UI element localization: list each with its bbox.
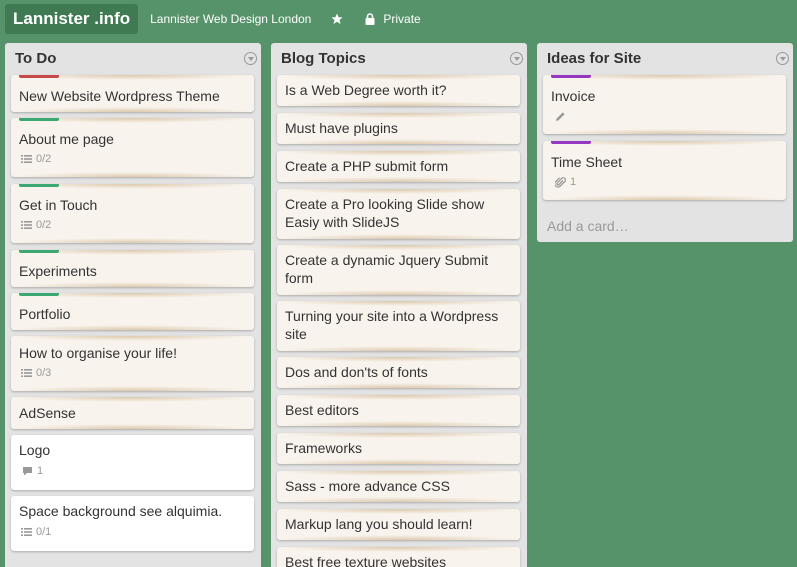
list-title[interactable]: Ideas for Site: [547, 50, 641, 67]
card[interactable]: Time Sheet 1: [543, 141, 786, 200]
pencil-icon: [556, 112, 565, 121]
card-title: Frameworks: [285, 440, 363, 456]
list-title[interactable]: Blog Topics: [281, 50, 366, 67]
card-title: Markup lang you should learn!: [285, 516, 473, 532]
attachment-count: 1: [570, 176, 577, 188]
card-title: New Website Wordpress Theme: [19, 88, 220, 104]
card[interactable]: Create a dynamic Jquery Submit form: [277, 245, 520, 295]
card-title: Portfolio: [19, 306, 71, 322]
card-title: Turning your site into a Wordpress site: [285, 308, 499, 342]
checklist-icon: [21, 369, 32, 377]
card[interactable]: Space background see alquimia. 0/1: [11, 496, 254, 551]
checklist-count: 0/1: [36, 526, 52, 538]
checklist-icon: [21, 221, 32, 229]
checklist-count: 0/3: [36, 367, 52, 379]
label-green: [19, 250, 59, 253]
label-green: [19, 293, 59, 296]
label-green: [19, 184, 59, 187]
card-title: Create a Pro looking Slide show Easiy wi…: [285, 196, 485, 230]
card[interactable]: Sass - more advance CSS: [277, 471, 520, 502]
list-header: To Do: [5, 43, 261, 73]
card-title: Best free texture websites: [285, 554, 447, 567]
card-title: Create a dynamic Jquery Submit form: [285, 252, 489, 286]
checklist-badge: 0/3: [21, 367, 51, 379]
label-red: [19, 75, 59, 78]
card[interactable]: Best editors: [277, 395, 520, 426]
card[interactable]: Is a Web Degree worth it?: [277, 75, 520, 106]
card-title: Is a Web Degree worth it?: [285, 82, 447, 98]
organization-name[interactable]: Lannister Web Design London: [150, 12, 311, 26]
card[interactable]: Experiments: [11, 250, 254, 287]
card[interactable]: Must have plugins: [277, 113, 520, 144]
checklist-badge: 0/2: [21, 153, 51, 165]
checklist-icon: [21, 528, 32, 536]
list-menu-icon[interactable]: [776, 52, 789, 65]
label-purple: [551, 141, 591, 144]
list-title[interactable]: To Do: [15, 50, 56, 67]
card[interactable]: How to organise your life! 0/3: [11, 336, 254, 391]
description-badge: [555, 111, 570, 122]
card-title: About me page: [19, 131, 114, 147]
lock-icon[interactable]: [365, 12, 375, 25]
card[interactable]: Turning your site into a Wordpress site: [277, 301, 520, 351]
comment-count: 1: [37, 465, 44, 477]
card[interactable]: Logo 1: [11, 435, 254, 490]
card-title: Experiments: [19, 263, 97, 279]
comment-badge: 1: [22, 465, 43, 477]
card[interactable]: Invoice: [543, 75, 786, 134]
card[interactable]: Dos and don'ts of fonts: [277, 357, 520, 388]
card[interactable]: Get in Touch 0/2: [11, 184, 254, 243]
checklist-icon: [21, 155, 32, 163]
card-title: Create a PHP submit form: [285, 158, 449, 174]
attachment-icon: [555, 176, 566, 188]
card-title: Invoice: [551, 88, 596, 104]
card-title: Must have plugins: [285, 120, 398, 136]
board-logo[interactable]: Lannister .info: [5, 3, 139, 34]
card-title: Sass - more advance CSS: [285, 478, 450, 494]
label-green: [19, 118, 59, 121]
checklist-count: 0/2: [36, 219, 52, 231]
board-header: Lannister .info Lannister Web Design Lon…: [0, 0, 797, 37]
list-to-do: To Do New Website Wordpress Theme About …: [5, 43, 261, 567]
card[interactable]: About me page 0/2: [11, 118, 254, 177]
card[interactable]: AdSense: [11, 397, 254, 429]
card[interactable]: New Website Wordpress Theme: [11, 75, 254, 112]
card-title: Get in Touch: [19, 197, 98, 213]
card-title: Best editors: [285, 402, 359, 418]
card-title: Time Sheet: [551, 154, 623, 170]
card-title: Logo: [19, 442, 51, 458]
list-blog-topics: Blog Topics Is a Web Degree worth it? Mu…: [271, 43, 527, 567]
visibility-label[interactable]: Private: [383, 12, 420, 26]
card[interactable]: Portfolio: [11, 293, 254, 330]
comment-icon: [23, 467, 32, 476]
list-header: Ideas for Site: [537, 43, 793, 73]
list-menu-icon[interactable]: [510, 52, 523, 65]
card[interactable]: Markup lang you should learn!: [277, 509, 520, 540]
list-header: Blog Topics: [271, 43, 527, 73]
card[interactable]: Frameworks: [277, 433, 520, 464]
checklist-badge: 0/1: [21, 526, 51, 538]
star-icon[interactable]: [331, 13, 343, 25]
checklist-count: 0/2: [36, 153, 52, 165]
attachment-badge: 1: [555, 176, 576, 188]
card-title: Dos and don'ts of fonts: [285, 364, 428, 380]
label-purple: [551, 75, 591, 78]
card-title: Space background see alquimia.: [19, 503, 223, 519]
list-menu-icon[interactable]: [244, 52, 257, 65]
list-ideas-for-site: Ideas for Site Invoice Time Sheet 1 Add …: [537, 43, 793, 242]
card-title: AdSense: [19, 405, 76, 421]
add-card-button[interactable]: Add a card…: [547, 218, 629, 234]
card[interactable]: Best free texture websites: [277, 547, 520, 567]
card-title: How to organise your life!: [19, 345, 177, 361]
card[interactable]: Create a PHP submit form: [277, 151, 520, 182]
card[interactable]: Create a Pro looking Slide show Easiy wi…: [277, 189, 520, 239]
checklist-badge: 0/2: [21, 219, 51, 231]
